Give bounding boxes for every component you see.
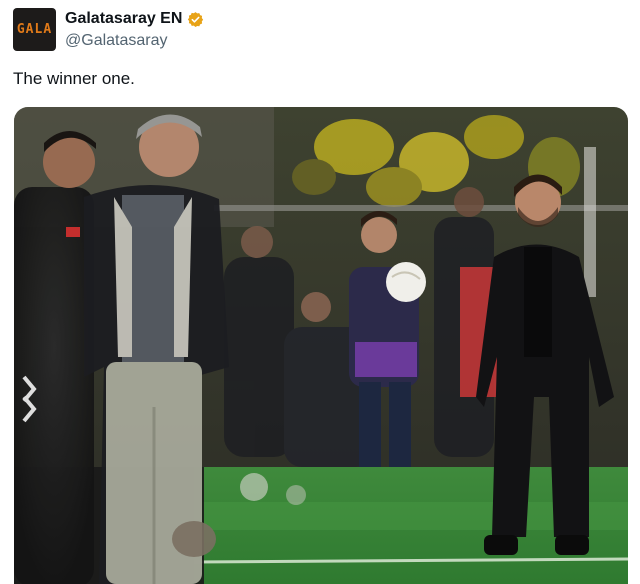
account-avatar[interactable]: GALA	[13, 8, 56, 51]
account-names: Galatasaray EN @Galatasaray	[65, 9, 204, 50]
avatar-logo: GALA	[16, 22, 53, 37]
account-handle[interactable]: @Galatasaray	[65, 32, 204, 50]
staff-member-left	[14, 131, 96, 584]
tweet-header: GALA Galatasaray EN @Galatasaray	[12, 8, 628, 52]
boom-microphone	[172, 521, 216, 557]
verified-badge-icon	[188, 11, 204, 27]
match-sideline-photo	[14, 107, 628, 584]
tweet-photo[interactable]	[14, 107, 628, 584]
tweet-text: The winner one.	[13, 69, 135, 88]
display-name-row: Galatasaray EN	[65, 9, 204, 29]
display-name[interactable]: Galatasaray EN	[65, 10, 182, 28]
